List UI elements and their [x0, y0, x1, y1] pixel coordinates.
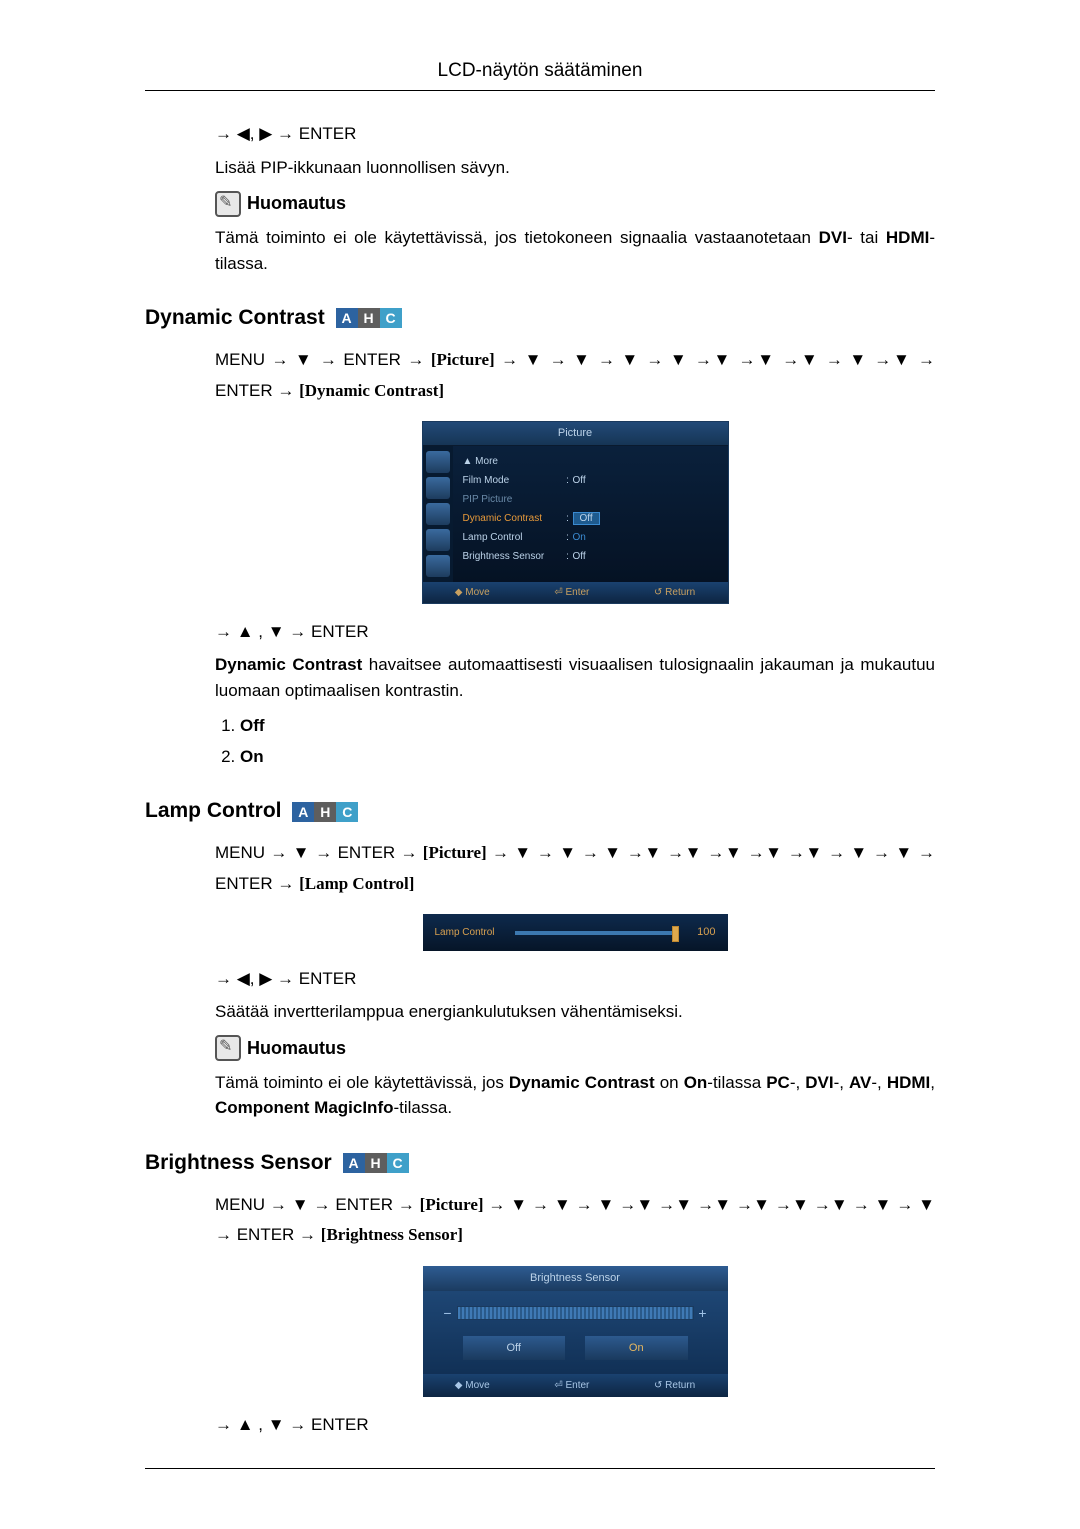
menu-path-bs: MENU → ▼ → ENTER → [Picture] → ▼ → ▼ → ▼… [215, 1190, 935, 1251]
osd-row-label: Lamp Control [463, 530, 563, 545]
osd-foot-return: ↺ Return [654, 585, 695, 600]
badge-c-icon: C [380, 308, 402, 328]
badge-c-icon: C [336, 802, 358, 822]
path-pre: MENU → ▼ → ENTER → [215, 843, 423, 862]
dc-desc-bold: Dynamic Contrast [215, 655, 362, 674]
nav-arrows: → ▲ , ▼ → ENTER [215, 1412, 935, 1438]
osd-row-label: Brightness Sensor [463, 549, 563, 564]
osd-lamp-handle [672, 926, 679, 942]
lc-note-text: Tämä toiminto ei ole käytettävissä, jos … [215, 1070, 935, 1121]
section-brightness-sensor: Brightness Sensor A H C [145, 1151, 1080, 1175]
menu-path-lc: MENU → ▼ → ENTER → [Picture] → ▼ → ▼ → ▼… [215, 838, 935, 899]
osd-row-val: Off [573, 511, 718, 526]
osd-side-icon [426, 451, 450, 473]
osd-picture-menu: Picture ▲ More Film Mode:Off PIP Picture… [422, 421, 729, 604]
header-divider [145, 90, 935, 91]
lc-note-mid2: -tilassa [707, 1073, 766, 1092]
path-pre: MENU → ▼ → ENTER → [215, 1195, 420, 1214]
dc-options-list: Off On [240, 713, 935, 769]
menu-path-dc: MENU → ▼ → ENTER → [Picture] → ▼ → ▼ → ▼… [215, 345, 935, 406]
note-dvi: DVI [819, 228, 847, 247]
badge-a-icon: A [336, 308, 358, 328]
note-hdmi: HDMI [886, 228, 929, 247]
path-label: [Brightness Sensor] [321, 1225, 463, 1244]
osd-bs-off: Off [463, 1336, 566, 1361]
dc-option-off: Off [240, 713, 935, 739]
osd-foot-enter: ⏎ Enter [554, 585, 589, 600]
osd-row-label: Dynamic Contrast [463, 511, 563, 526]
osd-foot-return: ↺ Return [654, 1378, 695, 1393]
badge-a-icon: A [292, 802, 314, 822]
badge-h-icon: H [358, 308, 380, 328]
badge-h-icon: H [365, 1153, 387, 1173]
path-picture: [Picture] [423, 843, 487, 862]
lc-note-suffix: -tilassa. [393, 1098, 452, 1117]
osd-row-val: Off [573, 549, 718, 564]
osd-foot-move: ◆ Move [455, 1378, 490, 1393]
note-icon [215, 1035, 241, 1061]
path-picture: [Picture] [431, 350, 495, 369]
osd-bs-plus-icon: + [694, 1303, 712, 1324]
osd-side-icon [426, 555, 450, 577]
osd-bs-on: On [585, 1336, 688, 1361]
osd-side-icons [423, 446, 453, 582]
osd-foot-enter: ⏎ Enter [554, 1378, 589, 1393]
note-icon [215, 191, 241, 217]
osd-foot-move: ◆ Move [455, 585, 490, 600]
osd-bs-minus-icon: − [439, 1303, 457, 1324]
note-text-pre: Tämä toiminto ei ole käytettävissä, jos … [215, 228, 819, 247]
nav-arrows: → ◀, ▶ → ENTER [215, 121, 935, 147]
osd-title: Picture [423, 422, 728, 446]
section-dynamic-contrast: Dynamic Contrast A H C [145, 306, 1080, 330]
section-title-text: Dynamic Contrast [145, 306, 325, 329]
osd-lamp-value: 100 [686, 924, 716, 941]
path-label: [Dynamic Contrast] [299, 381, 444, 400]
footer-divider [145, 1468, 935, 1469]
lc-note-on: On [684, 1073, 708, 1092]
osd-side-icon [426, 503, 450, 525]
dc-option-on: On [240, 744, 935, 770]
lc-note-comp: Component MagicInfo [215, 1098, 393, 1117]
osd-bs-track [457, 1306, 694, 1320]
osd-lamp-track [515, 931, 676, 935]
osd-row-label: PIP Picture [463, 492, 563, 507]
note-mid: - tai [847, 228, 886, 247]
badge-h-icon: H [314, 802, 336, 822]
badge-a-icon: A [343, 1153, 365, 1173]
page-header: LCD-näytön säätäminen [0, 60, 1080, 82]
path-label: [Lamp Control] [299, 874, 414, 893]
lc-note-mid1: on [655, 1073, 684, 1092]
osd-lamp-label: Lamp Control [435, 925, 505, 940]
lc-note-av: AV [849, 1073, 871, 1092]
osd-side-icon [426, 477, 450, 499]
section-lamp-control: Lamp Control A H C [145, 799, 1080, 823]
path-picture: [Picture] [420, 1195, 484, 1214]
osd-more: ▲ More [463, 454, 563, 469]
nav-arrows: → ◀, ▶ → ENTER [215, 966, 935, 992]
lc-note-pc: PC [766, 1073, 790, 1092]
lc-note-pre: Tämä toiminto ei ole käytettävissä, jos [215, 1073, 509, 1092]
lc-note-dvi: DVI [805, 1073, 833, 1092]
lc-note-hdmi: HDMI [887, 1073, 930, 1092]
dc-description: Dynamic Contrast havaitsee automaattises… [215, 652, 935, 703]
osd-bs-title: Brightness Sensor [423, 1266, 728, 1291]
note-label: Huomautus [247, 1035, 346, 1062]
osd-row-val: On [573, 530, 718, 545]
osd-row-val: Off [573, 473, 718, 488]
osd-side-icon [426, 529, 450, 551]
osd-lamp-slider: Lamp Control 100 [423, 914, 728, 951]
section-title-text: Lamp Control [145, 799, 282, 822]
note-text: Tämä toiminto ei ole käytettävissä, jos … [215, 225, 935, 276]
intro-description: Lisää PIP-ikkunaan luonnollisen sävyn. [215, 155, 935, 181]
note-label: Huomautus [247, 190, 346, 217]
nav-arrows: → ▲ , ▼ → ENTER [215, 619, 935, 645]
path-pre: MENU → ▼ → ENTER → [215, 350, 431, 369]
section-title-text: Brightness Sensor [145, 1151, 332, 1174]
lc-note-dc: Dynamic Contrast [509, 1073, 655, 1092]
badge-c-icon: C [387, 1153, 409, 1173]
osd-brightness-sensor: Brightness Sensor − + Off On ◆ Move ⏎ En… [423, 1266, 728, 1397]
osd-row-label: Film Mode [463, 473, 563, 488]
lc-description: Säätää invertterilamppua energiankulutuk… [215, 999, 935, 1025]
